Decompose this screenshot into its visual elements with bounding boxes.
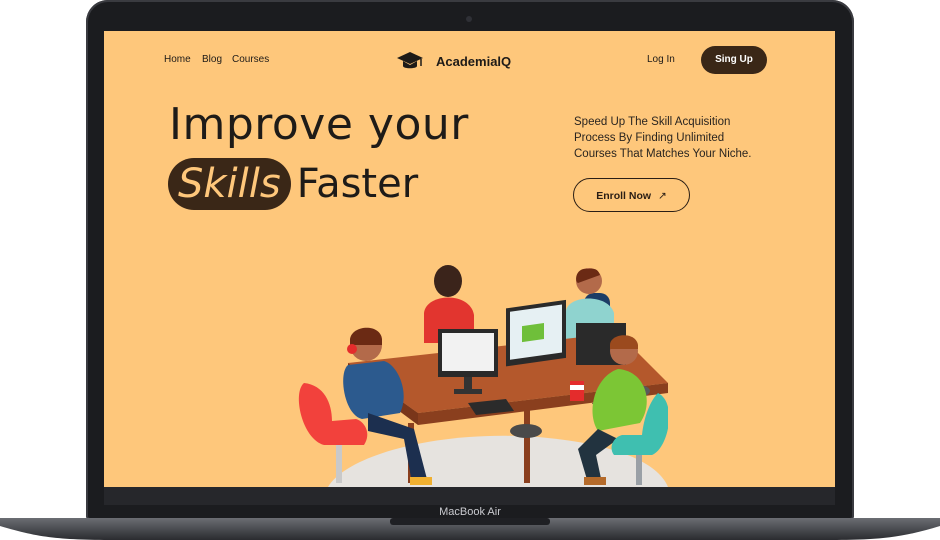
login-link[interactable]: Log In (647, 54, 675, 65)
hero-description: Speed Up The Skill Acquisition Process B… (574, 114, 774, 162)
hero-title-line1: Improve your (169, 99, 469, 150)
enroll-now-label: Enroll Now (596, 190, 652, 202)
graduation-cap-icon (397, 52, 423, 69)
device-label: MacBook Air (439, 506, 501, 518)
website-screen: Home Blog Courses AcademialQ Log In Sing… (104, 31, 835, 487)
hero-description-line: Process By Finding Unlimited (574, 132, 725, 144)
people-at-computers-illustration (298, 265, 668, 487)
nav-blog-link[interactable]: Blog (202, 54, 222, 65)
arrow-up-right-icon: ↗ (657, 190, 667, 202)
brand-logo[interactable]: AcademialQ (396, 48, 511, 74)
nav-courses-link[interactable]: Courses (232, 54, 269, 65)
camera-icon (466, 16, 472, 22)
brand-name: AcademialQ (436, 53, 512, 69)
hero-title-line2: Skills Faster (168, 157, 418, 211)
skills-highlight-pill: Skills (168, 158, 291, 210)
hero-description-line: Courses That Matches Your Niche. (574, 148, 752, 160)
laptop-chin (104, 487, 835, 505)
hero-description-line: Speed Up The Skill Acquisition (574, 116, 731, 128)
navbar: Home Blog Courses AcademialQ Log In Sing… (104, 31, 835, 91)
nav-home-link[interactable]: Home (164, 54, 191, 65)
laptop-base (0, 518, 940, 540)
hero-title-faster: Faster (296, 161, 419, 207)
signup-button[interactable]: Sing Up (701, 46, 767, 74)
enroll-now-button[interactable]: Enroll Now ↗ (573, 178, 690, 212)
